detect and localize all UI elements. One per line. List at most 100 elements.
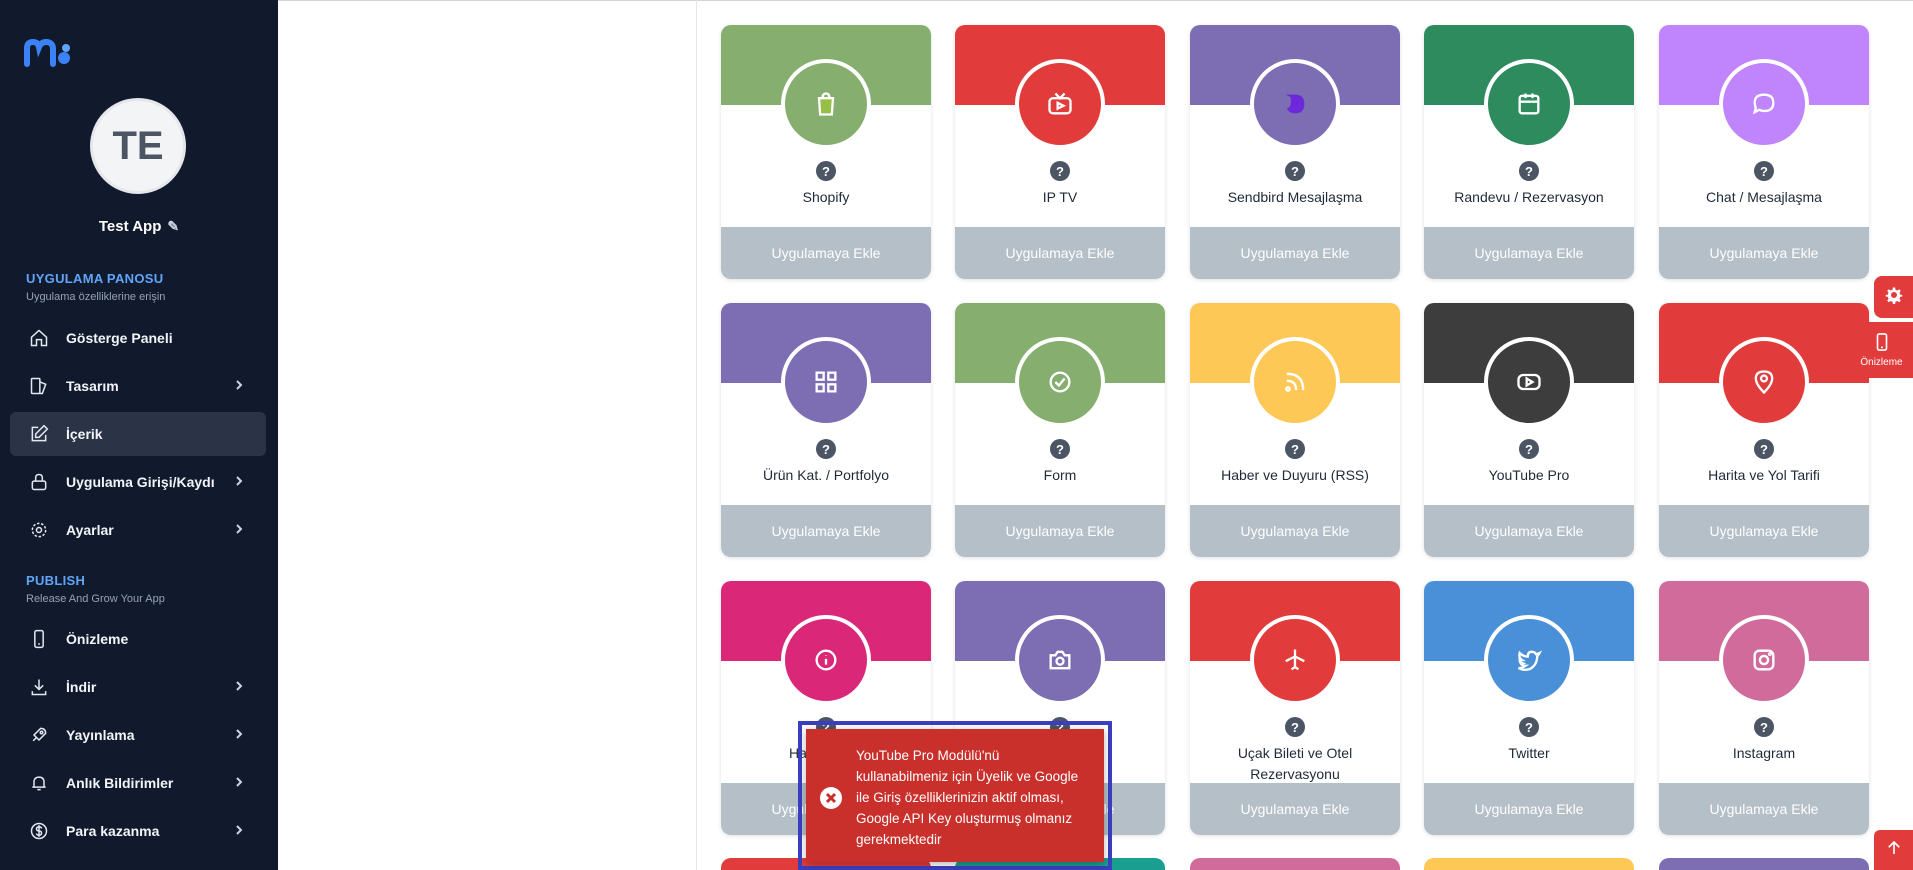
- module-card-twitter: ? Twitter Uygulamaya Ekle: [1424, 581, 1634, 835]
- sidebar-item-publishing[interactable]: Yayınlama: [10, 713, 266, 757]
- module-card-stub: [1190, 858, 1400, 870]
- module-title: Haber ve Duyuru (RSS): [1221, 467, 1369, 483]
- module-title: YouTube Pro: [1488, 467, 1570, 483]
- chevron-right-icon: [232, 823, 246, 837]
- sidebar-item-content[interactable]: İçerik: [10, 412, 266, 456]
- help-icon[interactable]: ?: [1519, 717, 1539, 737]
- add-to-app-button[interactable]: Uygulamaya Ekle: [1659, 783, 1869, 835]
- preview-float-button[interactable]: Önizleme: [1850, 322, 1913, 378]
- sidebar-item-notifications[interactable]: Anlık Bildirimler: [10, 761, 266, 805]
- help-icon[interactable]: ?: [1754, 439, 1774, 459]
- help-icon[interactable]: ?: [1050, 161, 1070, 181]
- section-title-publish: PUBLISH: [26, 573, 86, 588]
- design-icon: [28, 375, 50, 397]
- sidebar-item-label: Tasarım: [66, 378, 119, 394]
- module-card-form: ? Form Uygulamaya Ekle: [955, 303, 1165, 557]
- error-toast[interactable]: YouTube Pro Modülü'nü kullanabilmeniz iç…: [806, 729, 1104, 862]
- add-to-app-button[interactable]: Uygulamaya Ekle: [1424, 783, 1634, 835]
- module-card-map: ? Harita ve Yol Tarifi Uygulamaya Ekle: [1659, 303, 1869, 557]
- sidebar-item-label: Uygulama Girişi/Kaydı: [66, 474, 215, 490]
- add-to-app-button[interactable]: Uygulamaya Ekle: [1659, 505, 1869, 557]
- add-to-app-button[interactable]: Uygulamaya Ekle: [1190, 783, 1400, 835]
- add-to-app-button[interactable]: Uygulamaya Ekle: [955, 227, 1165, 279]
- add-to-app-button[interactable]: Uygulamaya Ekle: [1659, 227, 1869, 279]
- content-divider: [696, 0, 697, 870]
- help-icon[interactable]: ?: [1050, 439, 1070, 459]
- pencil-icon[interactable]: ✎: [167, 218, 179, 235]
- sidebar-item-label: Ayarlar: [66, 522, 114, 538]
- module-card-stub: [1659, 858, 1869, 870]
- module-card-chat: ? Chat / Mesajlaşma Uygulamaya Ekle: [1659, 25, 1869, 279]
- sidebar-item-login[interactable]: Uygulama Girişi/Kaydı: [10, 460, 266, 504]
- arrow-up-icon: [1885, 839, 1903, 862]
- camera-icon: [1015, 615, 1105, 705]
- add-to-app-button[interactable]: Uygulamaya Ekle: [1190, 227, 1400, 279]
- chevron-right-icon: [232, 522, 246, 536]
- add-to-app-button[interactable]: Uygulamaya Ekle: [955, 505, 1165, 557]
- section-subtitle-dashboard: Uygulama özelliklerine erişin: [26, 291, 166, 303]
- help-icon[interactable]: ?: [1754, 161, 1774, 181]
- help-icon[interactable]: ?: [1285, 717, 1305, 737]
- add-to-app-button[interactable]: Uygulamaya Ekle: [1190, 505, 1400, 557]
- sidebar-item-label: Gösterge Paneli: [66, 330, 173, 346]
- download-icon: [28, 676, 50, 698]
- module-card-shopify: ? Shopify Uygulamaya Ekle: [721, 25, 931, 279]
- add-to-app-button[interactable]: Uygulamaya Ekle: [1424, 505, 1634, 557]
- avatar[interactable]: TE: [90, 98, 186, 194]
- section-title-dashboard: UYGULAMA PANOSU: [26, 271, 164, 286]
- add-to-app-button[interactable]: Uygulamaya Ekle: [1424, 227, 1634, 279]
- sidebar-item-design[interactable]: Tasarım: [10, 364, 266, 408]
- scroll-to-top-button[interactable]: [1874, 830, 1913, 870]
- module-card-instagram: ? Instagram Uygulamaya Ekle: [1659, 581, 1869, 835]
- twitter-icon: [1484, 615, 1574, 705]
- sidebar: TE Test App ✎ UYGULAMA PANOSU Uygulama ö…: [0, 0, 278, 870]
- module-title: Randevu / Rezervasyon: [1454, 189, 1604, 205]
- sidebar-item-label: İçerik: [66, 426, 103, 442]
- help-icon[interactable]: ?: [816, 161, 836, 181]
- add-to-app-button[interactable]: Uygulamaya Ekle: [721, 505, 931, 557]
- module-card-stub: [1424, 858, 1634, 870]
- dollar-icon: [28, 820, 50, 842]
- module-card-portfolio: ? Ürün Kat. / Portfolyo Uygulamaya Ekle: [721, 303, 931, 557]
- instagram-icon: [1719, 615, 1809, 705]
- section-subtitle-publish: Release And Grow Your App: [26, 593, 165, 605]
- sidebar-item-dashboard[interactable]: Gösterge Paneli: [10, 316, 266, 360]
- rocket-icon: [28, 724, 50, 746]
- app-name[interactable]: Test App ✎: [0, 218, 278, 235]
- module-title: Sendbird Mesajlaşma: [1227, 189, 1363, 205]
- app-logo[interactable]: [24, 36, 72, 68]
- phone-icon: [1874, 332, 1890, 354]
- shopify-icon: [781, 59, 871, 149]
- edit-icon: [28, 423, 50, 445]
- sidebar-item-preview[interactable]: Önizleme: [10, 617, 266, 661]
- sidebar-item-download[interactable]: İndir: [10, 665, 266, 709]
- help-icon[interactable]: ?: [1754, 717, 1774, 737]
- top-border: [278, 0, 1913, 1]
- sidebar-item-monetization[interactable]: Para kazanma: [10, 809, 266, 853]
- module-title: Chat / Mesajlaşma: [1706, 189, 1822, 205]
- module-card-rss: ? Haber ve Duyuru (RSS) Uygulamaya Ekle: [1190, 303, 1400, 557]
- gear-icon: [1885, 286, 1903, 309]
- info-icon: [781, 615, 871, 705]
- calendar-icon: [1484, 59, 1574, 149]
- error-icon: [820, 787, 842, 809]
- module-card-youtube-pro: ? YouTube Pro Uygulamaya Ekle: [1424, 303, 1634, 557]
- add-to-app-button[interactable]: Uygulamaya Ekle: [721, 227, 931, 279]
- help-icon[interactable]: ?: [1519, 439, 1539, 459]
- help-icon[interactable]: ?: [1285, 161, 1305, 181]
- module-card-flight-hotel: ? Uçak Bileti ve Otel Rezervasyonu Uygul…: [1190, 581, 1400, 835]
- module-title: Shopify: [802, 189, 850, 205]
- module-card-appointment: ? Randevu / Rezervasyon Uygulamaya Ekle: [1424, 25, 1634, 279]
- sidebar-item-settings[interactable]: Ayarlar: [10, 508, 266, 552]
- help-icon[interactable]: ?: [816, 439, 836, 459]
- chat-icon: [1719, 59, 1809, 149]
- module-title: Ürün Kat. / Portfolyo: [762, 467, 890, 483]
- toast-message: YouTube Pro Modülü'nü kullanabilmeniz iç…: [856, 748, 1079, 847]
- map-pin-icon: [1719, 337, 1809, 427]
- settings-float-button[interactable]: [1874, 276, 1913, 318]
- help-icon[interactable]: ?: [1285, 439, 1305, 459]
- module-title: Form: [1043, 467, 1077, 483]
- lock-icon: [28, 471, 50, 493]
- chevron-right-icon: [232, 775, 246, 789]
- help-icon[interactable]: ?: [1519, 161, 1539, 181]
